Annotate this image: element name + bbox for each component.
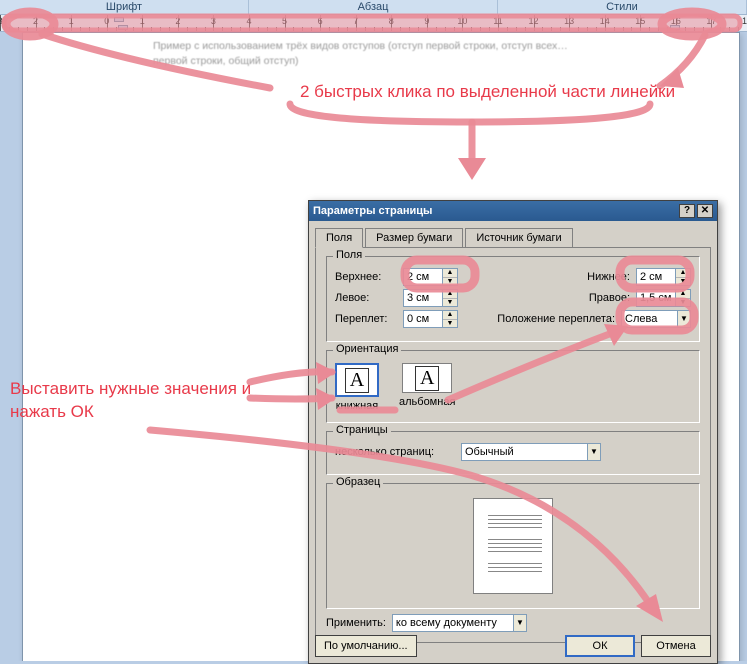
default-button[interactable]: По умолчанию... [315,635,417,657]
hanging-indent-marker[interactable] [118,25,128,30]
right-margin-label: Правое: [570,292,630,304]
bottom-margin-spinner[interactable]: ▲▼ [675,269,690,285]
top-margin-input[interactable]: ▲▼ [403,268,458,286]
margins-legend: Поля [333,249,365,261]
preview-thumbnail [473,498,553,594]
left-margin-spinner[interactable]: ▲▼ [442,290,457,306]
left-margin-label: Левое: [335,292,397,304]
pages-legend: Страницы [333,424,391,436]
right-indent-marker[interactable] [670,25,680,30]
ribbon-group-styles: Стили [498,0,747,14]
landscape-icon: A [415,366,439,391]
document-text: Пример с использованием трёх видов отсту… [153,39,683,68]
apply-to-combo[interactable]: ▼ [392,614,527,632]
tab-paper-source[interactable]: Источник бумаги [465,228,572,248]
ruler-tick-label: 18 [742,16,747,26]
tab-paper-size[interactable]: Размер бумаги [365,228,463,248]
gutter-pos-label: Положение переплета: [487,313,615,325]
ruler-tick-label: 14 [600,16,610,26]
chevron-down-icon[interactable]: ▼ [677,311,690,327]
dialog-help-button[interactable]: ? [679,204,695,218]
ruler-tick-label: 2 [175,16,180,26]
first-line-indent-marker[interactable] [114,17,124,22]
dialog-button-row: По умолчанию... ОК Отмена [315,635,711,657]
ruler-tick-label: 15 [635,16,645,26]
top-margin-spinner[interactable]: ▲▼ [442,269,457,285]
ruler-tick-label: 4 [246,16,251,26]
ruler-tick-label: 3 [211,16,216,26]
left-margin-input[interactable]: ▲▼ [403,289,458,307]
orientation-group: Ориентация A книжная A альбомная [326,350,700,423]
ribbon-group-labels: Шрифт Абзац Стили [0,0,747,14]
multi-pages-label: несколько страниц: [335,446,455,458]
ruler-tick-label: 7 [353,16,358,26]
right-margin-input[interactable]: ▲▼ [636,289,691,307]
margins-group: Поля Верхнее: ▲▼ Нижнее: ▲▼ Левое: ▲ [326,256,700,342]
preview-group: Образец [326,483,700,609]
ruler-tick-label: 0 [104,16,109,26]
ruler-tick-label: 13 [564,16,574,26]
portrait-icon: A [345,368,369,393]
orientation-landscape[interactable]: A альбомная [399,363,455,412]
chevron-down-icon[interactable]: ▼ [513,615,526,631]
dialog-close-button[interactable]: ✕ [697,204,713,218]
dialog-tabs: Поля Размер бумаги Источник бумаги [309,221,717,247]
dialog-titlebar[interactable]: Параметры страницы ? ✕ [309,201,717,221]
preview-legend: Образец [333,476,383,488]
gutter-input[interactable]: ▲▼ [403,310,458,328]
ribbon-group-font: Шрифт [0,0,249,14]
multi-pages-combo[interactable]: ▼ [461,443,601,461]
gutter-spinner[interactable]: ▲▼ [442,311,457,327]
ok-button[interactable]: ОК [565,635,635,657]
page-setup-dialog: Параметры страницы ? ✕ Поля Размер бумаг… [308,200,718,664]
bottom-margin-label: Нижнее: [570,271,630,283]
chevron-down-icon[interactable]: ▼ [587,444,600,460]
bottom-margin-input[interactable]: ▲▼ [636,268,691,286]
ruler-tick-label: 6 [318,16,323,26]
ruler-tick-label: 5 [282,16,287,26]
ruler-tick-label: 11 [493,16,502,26]
top-margin-label: Верхнее: [335,271,397,283]
ruler-tick-label: 1 [69,16,74,26]
ruler-tick-label: 3 [0,16,3,26]
gutter-pos-combo[interactable]: ▼ [621,310,691,328]
orientation-portrait[interactable]: A книжная [335,363,379,412]
tab-body: Поля Верхнее: ▲▼ Нижнее: ▲▼ Левое: ▲ [315,247,711,643]
horizontal-ruler[interactable]: 3210123456789101112131415161718 [0,14,747,32]
tab-margins[interactable]: Поля [315,228,363,248]
ribbon-group-paragraph: Абзац [249,0,498,14]
apply-to-row: Применить: ▼ [326,614,527,632]
ruler-tick-label: 12 [529,16,539,26]
ruler-tick-label: 2 [33,16,38,26]
ruler-tick-label: 8 [389,16,394,26]
dialog-title: Параметры страницы [313,205,432,217]
apply-to-label: Применить: [326,617,386,629]
ruler-tick-label: 9 [424,16,429,26]
ruler-tick-label: 17 [706,16,716,26]
orientation-legend: Ориентация [333,343,401,355]
right-margin-spinner[interactable]: ▲▼ [675,290,690,306]
cancel-button[interactable]: Отмена [641,635,711,657]
ruler-tick-label: 10 [457,16,467,26]
pages-group: Страницы несколько страниц: ▼ [326,431,700,475]
gutter-label: Переплет: [335,313,397,325]
ruler-tick-label: 1 [140,16,145,26]
